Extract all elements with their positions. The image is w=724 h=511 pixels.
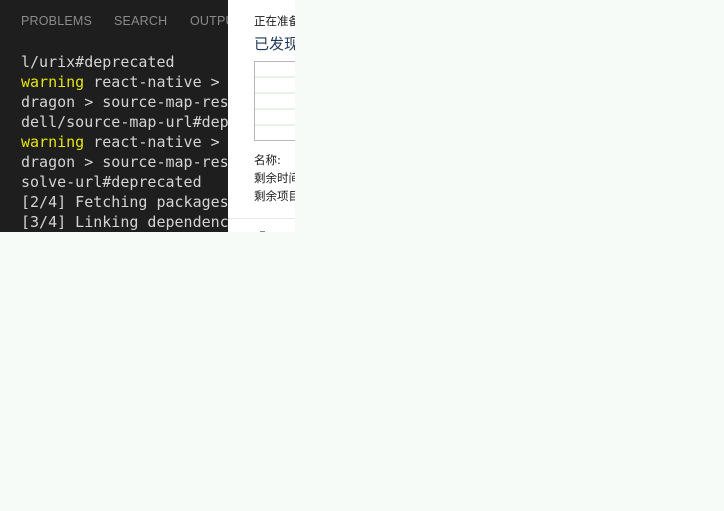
terminal-line: solve-url#deprecated <box>21 172 228 192</box>
terminal-line-text: dragon > source-map-res <box>21 153 228 171</box>
terminal-line: [3/4] Linking dependenc <box>21 212 228 232</box>
terminal-line: warning react-native > <box>21 132 228 152</box>
speed-graph-grid <box>255 76 295 126</box>
terminal-line-text: dell/source-map-url#dep <box>21 113 228 131</box>
terminal-line: [2/4] Fetching packages <box>21 192 228 212</box>
terminal-line: dell/source-map-url#dep <box>21 112 228 132</box>
terminal-output[interactable]: l/urix#deprecated warning react-native > d… <box>21 52 228 232</box>
tab-search[interactable]: SEARCH <box>114 14 167 28</box>
terminal-line-text: react-native > <box>84 133 220 151</box>
terminal-panel: PROBLEMS SEARCH OUTPUT l/urix#deprecated… <box>0 0 228 232</box>
tab-output[interactable]: OUTPUT <box>190 14 228 28</box>
terminal-line: dragon > source-map-res <box>21 152 228 172</box>
terminal-line-text: [2/4] Fetching packages <box>21 193 228 211</box>
terminal-line: warning react-native > <box>21 72 228 92</box>
warning-prefix: warning <box>21 73 85 91</box>
terminal-line-text: dragon > source-map-res <box>21 93 228 111</box>
dialog-heading: 已发现 <box>254 35 295 53</box>
more-details-toggle[interactable] <box>260 231 265 232</box>
copy-progress-dialog: 正在准备 已发现 名称: 剩余时间 剩余项目 <box>228 0 295 232</box>
dialog-caption: 正在准备 <box>254 14 295 28</box>
tab-problems[interactable]: PROBLEMS <box>21 14 92 28</box>
name-label: 名称: <box>254 153 281 167</box>
dialog-footer <box>228 218 295 232</box>
terminal-line-text: l/urix#deprecated <box>21 53 175 71</box>
panel-tab-bar: PROBLEMS SEARCH OUTPUT <box>0 0 228 42</box>
terminal-line-text: [3/4] Linking dependenc <box>21 213 228 231</box>
terminal-line-text: solve-url#deprecated <box>21 173 202 191</box>
speed-graph <box>254 61 295 141</box>
warning-prefix: warning <box>21 133 85 151</box>
terminal-line: dragon > source-map-res <box>21 92 228 112</box>
dialog-details: 名称: 剩余时间 剩余项目 <box>254 151 295 205</box>
terminal-line-text: react-native > <box>84 73 220 91</box>
terminal-line: l/urix#deprecated <box>21 52 228 72</box>
time-left-label: 剩余时间 <box>254 171 295 185</box>
items-left-label: 剩余项目 <box>254 189 295 203</box>
